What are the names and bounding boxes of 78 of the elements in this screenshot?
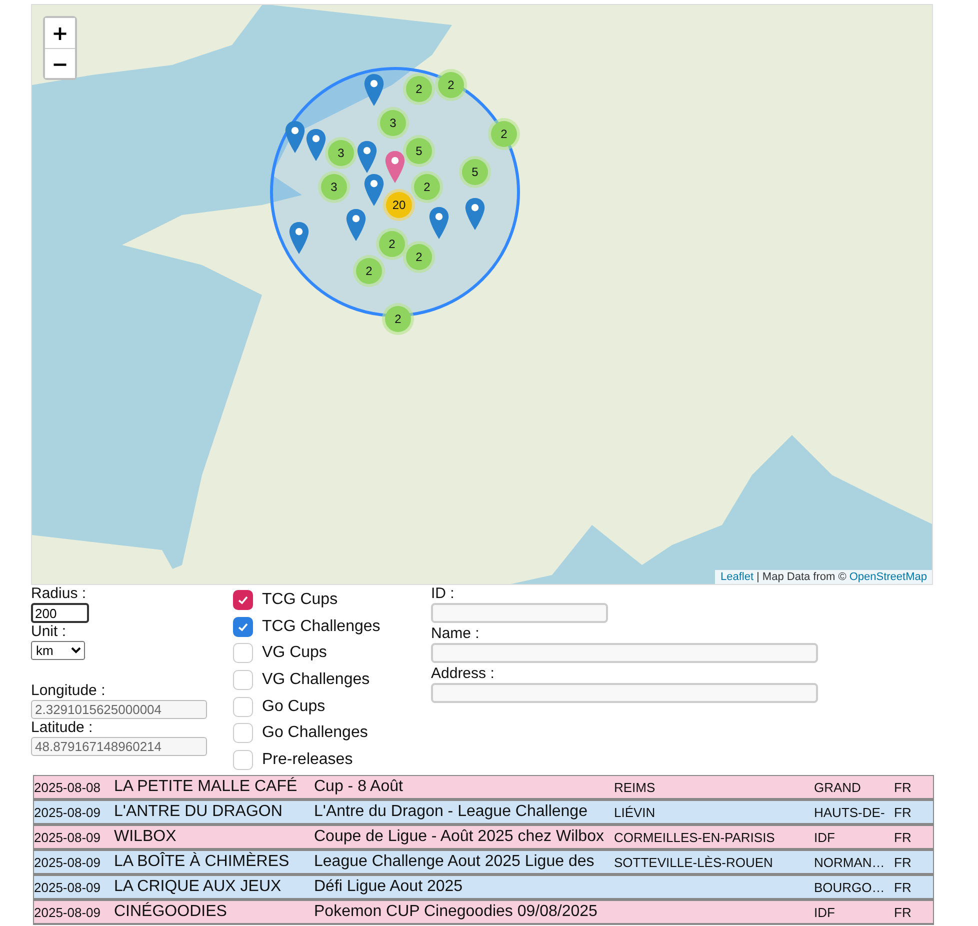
event-row[interactable]: 2025-08-08 LA PETITE MALLE CAFÉ Cup - 8 Août REIMS GRAND FR: [33, 775, 934, 800]
region-cell-text: HAUTS-DE-: [814, 804, 886, 820]
store-cell-text: LA PETITE MALLE CAFÉ: [114, 778, 298, 796]
event-row[interactable]: 2025-08-09 LA CRIQUE AUX JEUX Défi Ligue Aout 2025 BOURGO… FR: [33, 875, 934, 900]
region-cell-text: IDF: [814, 904, 836, 920]
event-row[interactable]: 2025-08-09 CINÉGOODIES Pokemon CUP Cinegoodies 09/08/2025 IDF FR: [33, 900, 934, 925]
map-pin-icon[interactable]: [465, 198, 485, 230]
country-cell-text: FR: [894, 804, 912, 820]
openstreetmap-link[interactable]: OpenStreetMap: [849, 571, 927, 583]
date-cell-text: 2025-08-08: [34, 780, 102, 794]
id-label: ID :: [431, 585, 454, 603]
filter-label[interactable]: Pre-releases: [262, 750, 353, 769]
filter-label[interactable]: TCG Challenges: [262, 618, 380, 636]
store-cell-text: L'ANTRE DU DRAGON: [114, 803, 284, 821]
name-label: Name :: [431, 625, 480, 643]
country-cell-text: FR: [894, 880, 912, 894]
date-cell-text: 2025-08-09: [34, 804, 102, 820]
event-cell-text: League Challenge Aout 2025 Ligue des: [314, 853, 596, 871]
radius-label: Radius :: [31, 585, 86, 603]
date-cell-text: 2025-08-09: [34, 854, 102, 870]
region-cell-text: IDF: [814, 830, 836, 844]
region-cell-text: NORMAN…: [814, 854, 886, 870]
map-pin-icon[interactable]: [289, 222, 309, 254]
event-cell-text: Cup - 8 Août: [314, 778, 404, 796]
map-pin-icon[interactable]: [346, 209, 366, 241]
name-field[interactable]: [431, 643, 818, 663]
country-cell-text: FR: [894, 780, 912, 794]
city-cell: REIMS: [614, 780, 656, 794]
store-cell-text: LA CRIQUE AUX JEUX: [114, 878, 282, 896]
address-field[interactable]: [431, 683, 818, 703]
checkbox[interactable]: [233, 590, 253, 610]
map-pin-icon[interactable]: [364, 174, 384, 206]
event-cell-text: L'Antre du Dragon - League Challenge: [314, 803, 588, 821]
map-pin-icon[interactable]: [385, 151, 405, 183]
city-cell: CORMEILLES-EN-PARISIS: [614, 830, 775, 844]
filter-label[interactable]: VG Challenges: [262, 671, 370, 690]
filter-label[interactable]: Go Challenges: [262, 724, 368, 742]
store-cell-text: CINÉGOODIES: [114, 903, 228, 921]
date-cell-text: 2025-08-09: [34, 830, 102, 844]
country-cell-text: FR: [894, 904, 912, 920]
region-cell-text: GRAND: [814, 780, 862, 794]
unit-label: Unit :: [31, 623, 66, 641]
date-cell-text: 2025-08-09: [34, 880, 102, 894]
filter-label[interactable]: Go Cups: [262, 698, 326, 716]
country-cell-text: FR: [894, 854, 912, 870]
latitude-label: Latitude :: [31, 719, 93, 737]
zoom-out-button[interactable]: −: [45, 48, 75, 78]
event-row[interactable]: 2025-08-09 LA BOÎTE À CHIMÈRES League Challenge Aout 2025 Ligue des SOTTEVILLE-LÈS-ROUEN NORMAN… FR: [33, 850, 934, 875]
unit-select[interactable]: km: [31, 641, 85, 660]
event-cell-text: Pokemon CUP Cinegoodies 09/08/2025: [314, 903, 598, 921]
filter-label[interactable]: TCG Cups: [262, 591, 338, 610]
region-cell-text: BOURGO…: [814, 880, 886, 894]
city-cell: LIÉVIN: [614, 804, 656, 820]
id-field[interactable]: [431, 603, 608, 623]
map-view[interactable]: 2 2 3 2 3 5 5 3 2 20 2 2 2 2 + − Leaflet | Map Data from © OpenStreetMap: [31, 4, 933, 585]
country-cell-text: FR: [894, 830, 912, 844]
map-pin-icon[interactable]: [306, 129, 326, 161]
map-pin-icon[interactable]: [285, 121, 305, 153]
store-cell-text: WILBOX: [114, 828, 178, 846]
city-cell: SOTTEVILLE-LÈS-ROUEN: [614, 854, 773, 870]
map-pin-icon[interactable]: [429, 207, 449, 239]
filter-label[interactable]: VG Cups: [262, 644, 327, 662]
attribution-text: | Map Data from ©: [756, 571, 846, 583]
map-pin-icon[interactable]: [357, 141, 377, 173]
date-cell-text: 2025-08-09: [34, 904, 102, 920]
store-cell-text: LA BOÎTE À CHIMÈRES: [114, 853, 290, 871]
map-pin-icon[interactable]: [364, 74, 384, 106]
event-cell-text: Coupe de Ligue - Août 2025 chez Wilbox: [314, 828, 605, 846]
leaflet-link[interactable]: Leaflet: [720, 571, 754, 583]
check-icon: [237, 594, 249, 606]
checkbox[interactable]: [233, 616, 253, 637]
radius-field[interactable]: 200: [31, 603, 89, 623]
check-icon: [237, 620, 249, 633]
event-row[interactable]: 2025-08-09 L'ANTRE DU DRAGON L'Antre du Dragon - League Challenge LIÉVIN HAUTS-DE- FR: [33, 800, 934, 825]
event-cell-text: Défi Ligue Aout 2025: [314, 878, 464, 896]
address-label: Address :: [431, 665, 494, 683]
longitude-label: Longitude :: [31, 682, 106, 700]
event-row[interactable]: 2025-08-09 WILBOX Coupe de Ligue - Août 2025 chez Wilbox CORMEILLES-EN-PARISIS IDF FR: [33, 825, 934, 850]
